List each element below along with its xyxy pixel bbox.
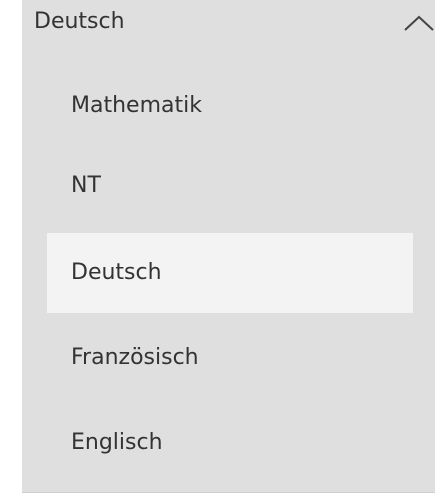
option-mathematik[interactable]: Mathematik xyxy=(47,66,413,146)
subject-select-toggle[interactable]: Deutsch xyxy=(22,0,435,56)
chevron-up-icon[interactable] xyxy=(401,12,435,36)
subject-dropdown: Deutsch Mathematik NT Deutsch Französisc… xyxy=(22,0,435,493)
selected-subject-value: Deutsch xyxy=(34,9,125,34)
option-deutsch[interactable]: Deutsch xyxy=(47,233,413,313)
option-franzoesisch[interactable]: Französisch xyxy=(47,318,413,398)
option-nt[interactable]: NT xyxy=(47,146,413,226)
option-englisch[interactable]: Englisch xyxy=(47,403,413,483)
